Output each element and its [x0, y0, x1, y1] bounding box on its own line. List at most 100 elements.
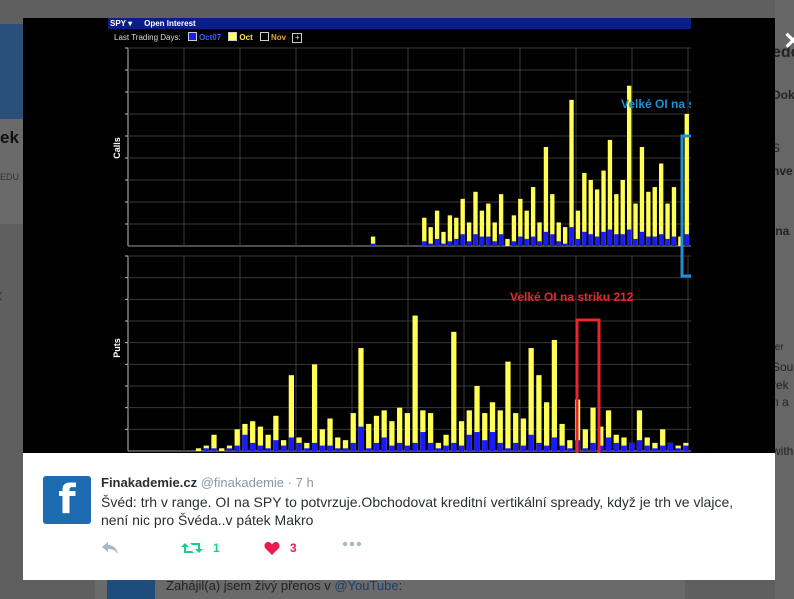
- retweet-count: 1: [213, 541, 220, 555]
- bar-calls-oct07: [652, 236, 657, 246]
- bar-calls-oct: [543, 147, 549, 246]
- bar-calls-oct: [505, 238, 510, 246]
- chart-legend: Last Trading Days: Oct07 Oct Nov +: [108, 31, 691, 45]
- bar-calls-oct07: [594, 236, 600, 246]
- tweet-author-handle[interactable]: @finakademie: [201, 475, 284, 490]
- bar-puts-oct07: [311, 442, 318, 451]
- bar-puts-oct07: [389, 445, 395, 451]
- bar-puts-oct07: [250, 442, 256, 451]
- bar-calls-oct07: [454, 238, 459, 246]
- media-modal: Calls Puts Velké OI na striku 220 Velké OI …: [23, 18, 775, 580]
- close-icon[interactable]: ✕: [783, 27, 794, 56]
- tweet-timestamp[interactable]: 7 h: [296, 475, 314, 490]
- background-right-item: Dok: [772, 88, 794, 102]
- bar-puts-oct07: [319, 445, 325, 451]
- bar-puts-oct07: [466, 434, 472, 451]
- bar-puts-oct: [551, 339, 558, 451]
- bar-puts-oct07: [660, 445, 666, 451]
- bar-puts-oct07: [420, 432, 426, 451]
- bar-calls-oct07: [665, 238, 670, 246]
- avatar[interactable]: f: [43, 476, 91, 524]
- bar-puts-oct07: [296, 442, 302, 451]
- bar-calls-oct07: [441, 243, 446, 246]
- previous-arrow-icon[interactable]: ‹: [0, 282, 3, 308]
- youtube-link[interactable]: @YouTube: [334, 578, 398, 593]
- bar-puts-oct07: [505, 448, 511, 451]
- bar-calls-oct: [562, 227, 568, 246]
- bar-puts-oct07: [226, 448, 233, 451]
- background-right-item: with: [772, 444, 794, 458]
- bar-calls-oct07: [370, 243, 376, 246]
- bar-calls-oct07: [646, 236, 651, 246]
- bar-puts-oct: [404, 413, 411, 451]
- bar-puts-oct07: [412, 442, 418, 451]
- bar-puts-oct: [505, 361, 511, 451]
- bar-calls-oct07: [671, 236, 677, 246]
- bar-calls-oct07: [639, 231, 645, 246]
- retweet-button[interactable]: 1: [181, 541, 220, 555]
- bar-puts-oct07: [520, 445, 527, 451]
- bar-calls-oct07: [447, 241, 453, 246]
- legend-label: Last Trading Days:: [114, 33, 181, 42]
- heart-icon: [264, 542, 280, 555]
- bar-puts-oct: [219, 448, 225, 451]
- bar-puts-oct: [451, 331, 457, 451]
- bar-calls-oct07: [658, 234, 664, 246]
- bar-puts-oct07: [288, 437, 294, 451]
- bar-puts-oct07: [451, 442, 457, 451]
- bar-puts-oct07: [327, 445, 333, 451]
- bar-calls-oct07: [614, 234, 619, 246]
- bar-calls-oct07: [511, 241, 517, 246]
- bar-puts-oct07: [280, 445, 287, 451]
- bar-puts-oct07: [551, 437, 558, 451]
- bar-puts-oct07: [273, 440, 279, 451]
- bar-calls-oct07: [556, 241, 561, 246]
- like-button[interactable]: 3: [264, 541, 297, 555]
- bar-puts-oct: [536, 375, 542, 451]
- tweet-header: Finakademie.cz @finakademie · 7 h: [101, 475, 314, 490]
- bar-calls-oct07: [530, 236, 536, 246]
- bar-calls-oct: [658, 163, 664, 246]
- bar-puts-oct07: [335, 448, 341, 451]
- tweet-author-name[interactable]: Finakademie.cz: [101, 475, 197, 490]
- annotation-puts-strike: Velké OI na striku 212: [510, 290, 634, 304]
- bar-puts-oct07: [497, 442, 503, 451]
- bar-calls-oct07: [466, 241, 472, 246]
- bar-puts-oct: [544, 402, 550, 451]
- bar-calls-oct07: [460, 234, 465, 246]
- bar-calls-oct07: [620, 234, 625, 246]
- legend-add-icon: +: [292, 33, 303, 43]
- bar-puts-oct: [195, 448, 202, 451]
- bar-calls-oct07: [498, 234, 504, 246]
- bar-puts-oct07: [652, 448, 658, 451]
- like-count: 3: [290, 541, 297, 555]
- bar-puts-oct: [582, 429, 588, 451]
- bar-calls-oct07: [486, 236, 491, 246]
- bar-calls-oct: [428, 227, 433, 246]
- more-button[interactable]: [342, 541, 362, 547]
- annotation-calls-strike: Velké OI na striku 220: [621, 97, 691, 111]
- tweet-panel: f Finakademie.cz @finakademie · 7 h Švéd…: [23, 453, 775, 580]
- bar-puts-oct07: [234, 445, 240, 451]
- bar-puts-oct07: [458, 445, 465, 451]
- reply-button[interactable]: [101, 541, 119, 555]
- tweet-media-image[interactable]: Calls Puts Velké OI na striku 220 Velké OI …: [108, 18, 691, 453]
- bar-calls-oct07: [575, 238, 581, 246]
- bar-calls-oct07: [543, 231, 549, 246]
- bar-puts-oct07: [381, 437, 387, 451]
- tweet-separator: ·: [287, 475, 292, 490]
- legend-swatch: [259, 32, 269, 41]
- reply-icon: [102, 542, 118, 554]
- bar-calls-oct07: [537, 241, 542, 246]
- background-next-tweet-text: Zahájil(a) jsem živý přenos v @YouTube:: [166, 578, 403, 593]
- bar-puts-oct07: [621, 445, 627, 451]
- legend-swatch: [187, 32, 197, 41]
- legend-item: Nov: [270, 33, 287, 42]
- legend-item: Oct07: [198, 33, 222, 42]
- bar-calls-oct07: [562, 243, 568, 246]
- bar-calls-oct07: [588, 234, 593, 246]
- bar-puts-oct07: [373, 442, 380, 451]
- bar-puts-oct07: [366, 448, 372, 451]
- bar-puts-oct07: [350, 442, 356, 451]
- bar-puts-oct07: [435, 448, 441, 451]
